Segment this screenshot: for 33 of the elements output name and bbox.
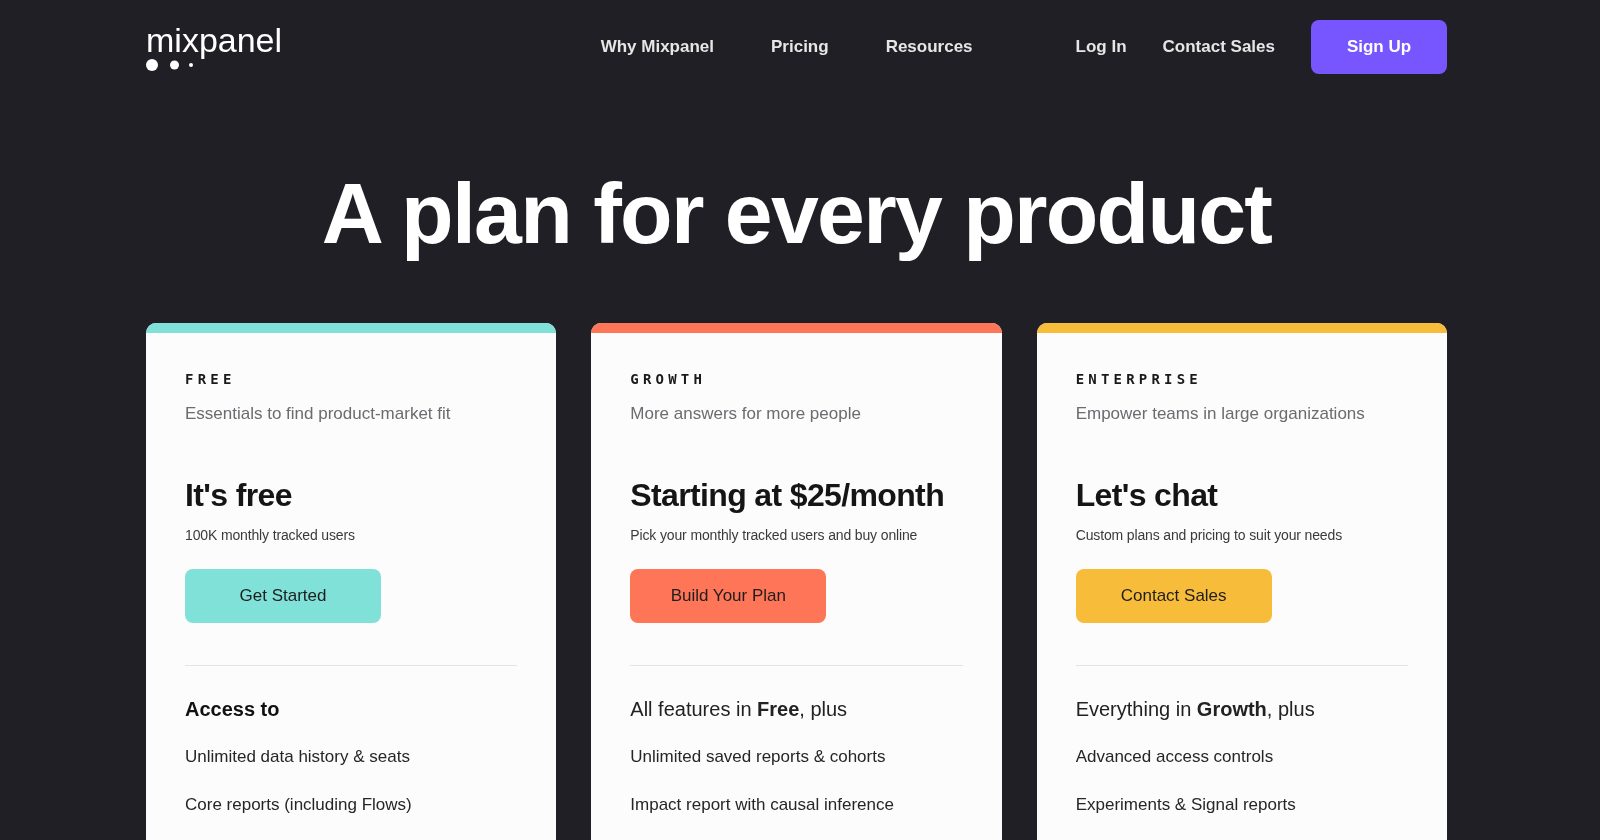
plan-cta-button[interactable]: Get Started bbox=[185, 569, 381, 623]
plan-name: FREE bbox=[185, 370, 236, 389]
feature-item: Unlimited saved reports & cohorts bbox=[630, 746, 887, 768]
plan-cta-button[interactable]: Contact Sales bbox=[1075, 569, 1272, 623]
plan-name: ENTERPRISE bbox=[1075, 370, 1202, 389]
logo-wordmark[interactable]: mixpanel bbox=[146, 23, 283, 57]
features-heading: Everything in Growth, plus bbox=[1075, 697, 1315, 722]
nav-link[interactable]: Log In bbox=[1075, 34, 1127, 60]
nav-link[interactable]: Contact Sales bbox=[1162, 34, 1275, 60]
plan-tagline: Essentials to find product-market fit bbox=[185, 403, 451, 425]
page-headline: A plan for every product bbox=[320, 164, 1273, 263]
nav-link[interactable]: Resources bbox=[885, 34, 973, 60]
plan-price: Starting at $25/month bbox=[630, 476, 945, 515]
price-note: Custom plans and pricing to suit your needs bbox=[1075, 526, 1342, 545]
feature-item: Impact report with causal inference bbox=[630, 794, 894, 816]
features-heading: All features in Free, plus bbox=[630, 697, 848, 722]
plan-cta-button[interactable]: Build Your Plan bbox=[630, 569, 827, 623]
nav-link[interactable]: Pricing bbox=[771, 34, 829, 60]
feature-item: Core reports (including Flows) bbox=[185, 794, 412, 816]
sign-up-button[interactable]: Sign Up bbox=[1311, 20, 1447, 74]
plan-tagline: More answers for more people bbox=[630, 403, 861, 425]
logo-dots-icon bbox=[146, 59, 193, 71]
plan-tagline: Empower teams in large organizations bbox=[1075, 403, 1365, 425]
plan-price: It's free bbox=[185, 476, 292, 515]
plan-price: Let's chat bbox=[1075, 476, 1218, 515]
price-note: Pick your monthly tracked users and buy online bbox=[630, 526, 918, 545]
plan-name: GROWTH bbox=[630, 370, 707, 389]
features-heading: Access to bbox=[185, 697, 280, 722]
price-note: 100K monthly tracked users bbox=[185, 526, 355, 545]
feature-item: Unlimited data history & seats bbox=[185, 746, 411, 768]
nav-link[interactable]: Why Mixpanel bbox=[600, 34, 714, 60]
feature-item: Advanced access controls bbox=[1075, 746, 1275, 768]
feature-item: Experiments & Signal reports bbox=[1075, 794, 1296, 816]
